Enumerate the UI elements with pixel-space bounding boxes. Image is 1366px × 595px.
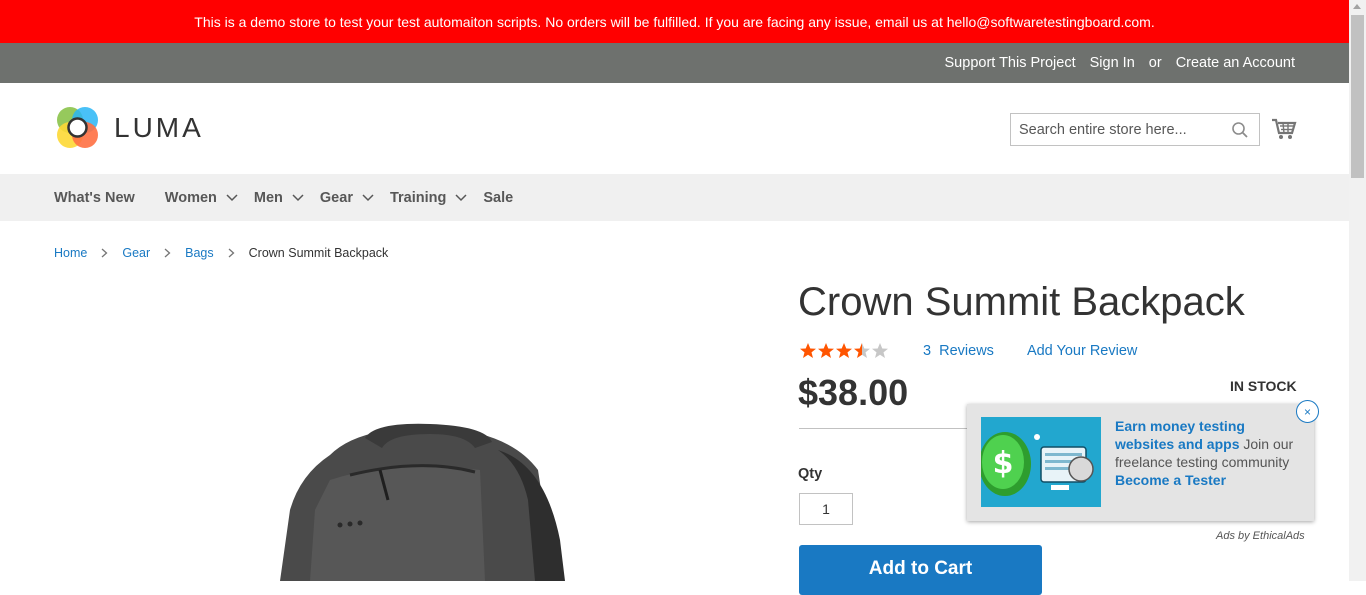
search-box[interactable]: [1010, 113, 1260, 146]
star-icon: [854, 343, 870, 358]
search-input[interactable]: [1019, 121, 1229, 138]
shopping-cart-icon[interactable]: [1271, 117, 1297, 146]
chevron-right-icon: [228, 248, 235, 258]
chevron-down-icon: [362, 193, 374, 201]
reviews-link[interactable]: 3 Reviews: [923, 343, 994, 359]
nav-item-training[interactable]: Training: [390, 190, 467, 206]
nav-item-label: Sale: [483, 189, 514, 206]
create-account-link[interactable]: Create an Account: [1176, 55, 1295, 71]
demo-notice-text: This is a demo store to test your test a…: [194, 13, 1155, 30]
top-links-bar: Support This Project Sign In or Create a…: [0, 43, 1349, 83]
close-icon[interactable]: ×: [1296, 400, 1319, 423]
nav-item-gear[interactable]: Gear: [320, 190, 374, 206]
ethical-ad[interactable]: $ Earn money testing websites and apps J…: [967, 400, 1319, 521]
ad-headline[interactable]: Earn money testing websites and apps: [1115, 418, 1245, 452]
ads-by-label[interactable]: Ads by EthicalAds: [1216, 530, 1305, 542]
breadcrumb-gear[interactable]: Gear: [122, 246, 150, 260]
product-image[interactable]: [270, 420, 570, 586]
svg-text:$: $: [993, 446, 1014, 481]
add-to-cart-button[interactable]: Add to Cart: [799, 545, 1042, 595]
reviews-label: Reviews: [939, 343, 994, 359]
ad-cta[interactable]: Become a Tester: [1115, 472, 1226, 488]
vertical-scrollbar[interactable]: [1349, 0, 1366, 581]
nav-item-men[interactable]: Men: [254, 190, 304, 206]
nav-item-sale[interactable]: Sale: [483, 190, 513, 206]
sign-in-link[interactable]: Sign In: [1090, 55, 1135, 71]
ad-text[interactable]: Earn money testing websites and apps Joi…: [1115, 417, 1305, 489]
product-price: $38.00: [798, 372, 909, 413]
star-icon: [800, 343, 816, 358]
or-text: or: [1148, 55, 1162, 71]
backpack-image: [280, 423, 565, 581]
star-icon: [818, 343, 834, 358]
product-rating: 3 Reviews Add Your Review: [799, 342, 1137, 360]
nav-item-label: Training: [389, 189, 447, 206]
luma-logo-text: LUMA: [114, 111, 204, 143]
breadcrumb: Home Gear Bags Crown Summit Backpack: [54, 246, 388, 260]
demo-notice-banner: This is a demo store to test your test a…: [0, 0, 1349, 43]
search-icon[interactable]: [1231, 121, 1249, 142]
chevron-down-icon: [226, 193, 238, 201]
star-icon: [872, 343, 888, 358]
product-title: Crown Summit Backpack: [798, 280, 1245, 324]
chevron-down-icon: [455, 193, 467, 201]
scroll-up-arrow-icon[interactable]: [1353, 4, 1361, 9]
divider: [799, 428, 969, 429]
stock-status: IN STOCK: [1230, 378, 1297, 394]
luma-logo[interactable]: LUMA: [55, 105, 204, 150]
chevron-down-icon: [292, 193, 304, 201]
scrollbar-thumb[interactable]: [1351, 15, 1364, 178]
nav-item-whats-new[interactable]: What's New: [54, 190, 135, 206]
breadcrumb-home[interactable]: Home: [54, 246, 87, 260]
rating-stars: [799, 342, 889, 360]
nav-item-label: Gear: [319, 189, 353, 206]
nav-item-label: Women: [164, 189, 217, 206]
nav-item-label: What's New: [54, 189, 135, 206]
support-project-link[interactable]: Support This Project: [945, 55, 1076, 71]
add-review-link[interactable]: Add Your Review: [1027, 343, 1137, 359]
qty-label: Qty: [798, 466, 823, 482]
breadcrumb-current: Crown Summit Backpack: [248, 246, 389, 260]
site-header: LUMA: [0, 83, 1349, 174]
nav-item-label: Men: [253, 189, 283, 206]
reviews-count: 3: [923, 343, 932, 359]
ad-image[interactable]: $: [981, 417, 1101, 507]
breadcrumb-bags[interactable]: Bags: [185, 246, 214, 260]
chevron-right-icon: [164, 248, 171, 258]
nav-item-women[interactable]: Women: [165, 190, 238, 206]
main-navigation: What's New Women Men Gear Training Sale: [0, 174, 1349, 221]
luma-logo-icon: [57, 107, 98, 148]
qty-input[interactable]: [799, 493, 853, 525]
chevron-right-icon: [101, 248, 108, 258]
star-icon: [836, 343, 852, 358]
